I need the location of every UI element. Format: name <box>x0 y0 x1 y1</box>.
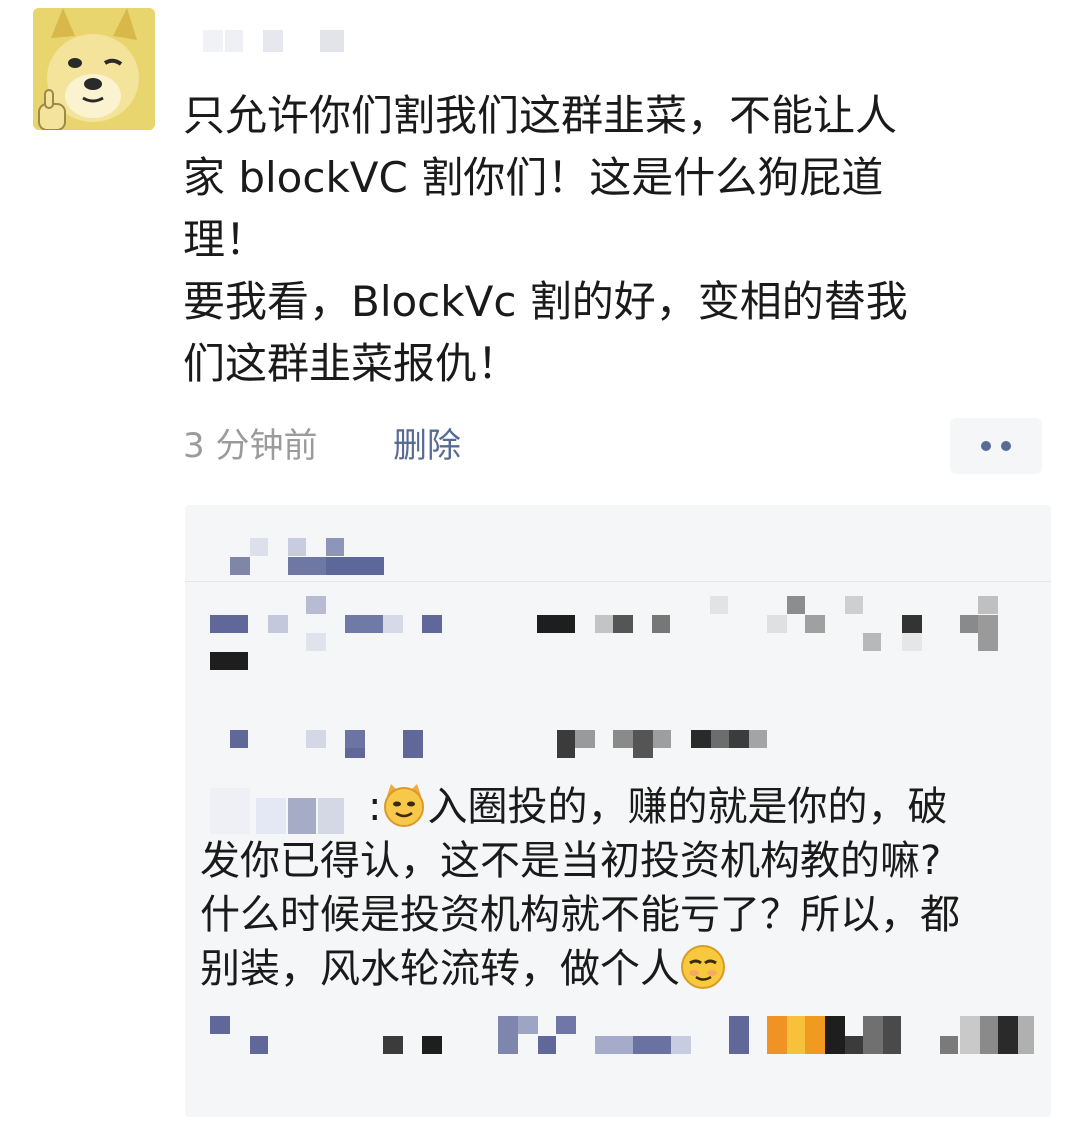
delete-link[interactable]: 删除 <box>393 424 461 468</box>
comment-line-1: 入圈投的，赚的就是你的，破 <box>427 784 948 830</box>
post-timestamp: 3 分钟前 <box>183 426 318 466</box>
post-content: 只允许你们割我们这群韭菜，不能让人 家 blockVC 割你们！这是什么狗屁道 … <box>183 85 1053 395</box>
two-dots-more-icon <box>981 441 991 451</box>
comment-colon: : <box>368 784 382 830</box>
post-line: 家 blockVC 割你们！这是什么狗屁道 <box>183 153 884 202</box>
post-line: 们这群韭菜报仇！ <box>183 339 520 388</box>
doge-avatar-icon <box>33 8 155 130</box>
smug-face-emoji <box>680 944 726 990</box>
comment-line: 发你已得认，这不是当初投资机构教的嘛? <box>200 838 942 884</box>
post-line: 理！ <box>183 215 268 264</box>
cat-smirk-emoji <box>381 782 427 828</box>
post-line: 只允许你们割我们这群韭菜，不能让人 <box>183 91 898 140</box>
comment-line: 什么时候是投资机构就不能亏了？所以，都 <box>200 892 960 938</box>
username-redacted <box>185 22 385 62</box>
more-options-button[interactable] <box>950 418 1042 474</box>
post-meta-row: 3 分钟前 删除 <box>183 418 1043 474</box>
avatar[interactable] <box>33 8 155 130</box>
post-line: 要我看，BlockVc 割的好，变相的替我 <box>183 277 908 326</box>
comment-line: 别装，风水轮流转，做个人 <box>200 942 1050 996</box>
comment-line-4: 别装，风水轮流转，做个人 <box>200 946 680 992</box>
two-dots-more-icon <box>1001 441 1011 451</box>
comment-author-redacted <box>200 784 370 836</box>
likes-divider <box>185 581 1051 582</box>
